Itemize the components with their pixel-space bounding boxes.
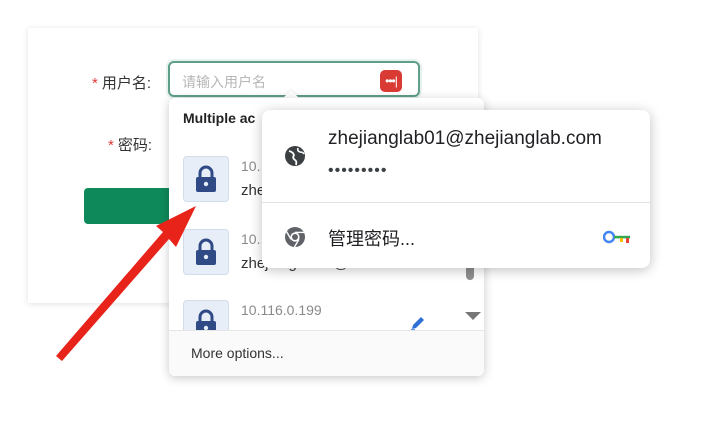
- annotation-arrow-icon: [56, 206, 196, 361]
